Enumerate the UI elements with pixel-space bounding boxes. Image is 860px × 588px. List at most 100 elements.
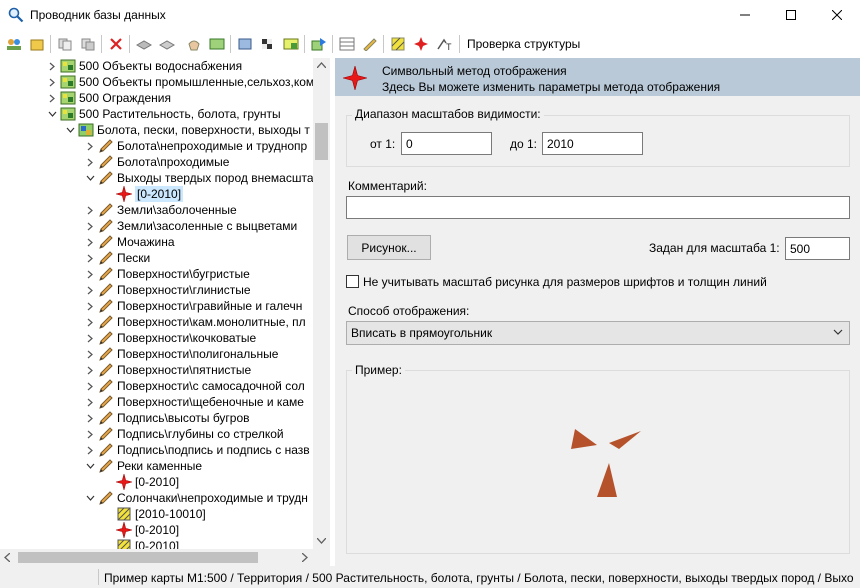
chevron-down-icon [833, 329, 843, 335]
tree-item[interactable]: Болота\непроходимые и труднопр [84, 138, 307, 154]
tree-vertical-scrollbar[interactable] [313, 58, 330, 549]
scale-for-input[interactable] [785, 237, 850, 260]
tree-item[interactable]: Солончаки\непроходимые и трудн [84, 490, 308, 506]
open-db-icon[interactable] [27, 34, 47, 54]
grid-icon[interactable] [281, 34, 301, 54]
maximize-button[interactable] [768, 0, 814, 30]
hand-icon[interactable] [184, 34, 204, 54]
scale-range-label: Диапазон масштабов видимости: [352, 107, 544, 121]
chevron-right-icon[interactable] [84, 138, 96, 154]
tree-item[interactable]: Мочажина [84, 234, 175, 250]
tree-item[interactable]: [0-2010] [102, 474, 179, 490]
chevron-down-icon[interactable] [84, 170, 96, 186]
tree-item[interactable]: Пески [84, 250, 150, 266]
layers-icon[interactable] [134, 34, 154, 54]
chevron-right-icon[interactable] [84, 346, 96, 362]
tree-item[interactable]: 500 Объекты водоснабжения [46, 58, 242, 74]
vertical-scroll-thumb[interactable] [315, 123, 328, 160]
chevron-right-icon[interactable] [84, 314, 96, 330]
chevron-right-icon[interactable] [46, 74, 58, 90]
tree-item[interactable]: Поверхности\пятнистые [84, 362, 251, 378]
chevron-right-icon[interactable] [84, 410, 96, 426]
display-mode-select[interactable]: Вписать в прямоугольник [346, 321, 850, 345]
database-tree[interactable]: 500 Объекты водоснабжения 500 Объекты про… [0, 58, 330, 566]
tree-item[interactable]: [2010-10010] [102, 506, 206, 522]
tree-item[interactable]: Подпись\глубины со стрелкой [84, 426, 284, 442]
chevron-right-icon[interactable] [84, 202, 96, 218]
chevron-right-icon[interactable] [84, 298, 96, 314]
chevron-right-icon[interactable] [84, 394, 96, 410]
tree-item[interactable]: 500 Растительность, болота, грунты [46, 106, 281, 122]
close-button[interactable] [814, 0, 860, 30]
chevron-right-icon[interactable] [84, 442, 96, 458]
ignore-scale-checkbox[interactable] [346, 275, 359, 288]
tree-item[interactable]: Реки каменные [84, 458, 202, 474]
tree-item[interactable]: Выходы твердых пород внемасшта [84, 170, 314, 186]
copy-icon[interactable] [55, 34, 75, 54]
chevron-right-icon[interactable] [84, 250, 96, 266]
chevron-down-icon[interactable] [64, 122, 76, 138]
scroll-up-icon [317, 62, 326, 68]
tree-item[interactable]: Поверхности\кочковатые [84, 330, 256, 346]
chevron-right-icon[interactable] [84, 154, 96, 170]
chevron-down-icon[interactable] [84, 458, 96, 474]
pencil-icon [98, 234, 114, 250]
tree-item[interactable]: [0-2010] [102, 522, 179, 538]
text-tool-icon[interactable]: T [434, 34, 454, 54]
tree-item[interactable]: Земли\засоленные с выцветами [84, 218, 297, 234]
tree-item[interactable]: Болота\проходимые [84, 154, 229, 170]
chevron-down-icon[interactable] [46, 106, 58, 122]
scale-from-input[interactable] [401, 132, 492, 155]
tree-item[interactable]: Поверхности\кам.монолитные, пл [84, 314, 306, 330]
chevron-right-icon[interactable] [46, 90, 58, 106]
delete-icon[interactable] [106, 34, 126, 54]
export-icon[interactable] [309, 34, 329, 54]
display-mode-label: Способ отображения: [348, 304, 470, 318]
tree-item[interactable]: Поверхности\с самосадочной сол [84, 378, 305, 394]
minimize-button[interactable] [722, 0, 768, 30]
tree-item[interactable]: Поверхности\полигональные [84, 346, 278, 362]
tree-item[interactable]: [0-2010] [102, 186, 184, 202]
chevron-right-icon[interactable] [84, 282, 96, 298]
horizontal-scroll-thumb[interactable] [18, 552, 258, 563]
map-layer-icon [60, 90, 76, 106]
pencil-icon [98, 330, 114, 346]
chevron-right-icon[interactable] [84, 330, 96, 346]
symbol-icon[interactable] [411, 34, 431, 54]
ignore-scale-label[interactable]: Не учитывать масштаб рисунка для размеро… [363, 275, 767, 289]
tree-item[interactable]: Поверхности\гравийные и галечн [84, 298, 302, 314]
chevron-right-icon[interactable] [84, 218, 96, 234]
tree-item[interactable]: Земли\заболоченные [84, 202, 237, 218]
book-icon[interactable] [235, 34, 255, 54]
tree-item[interactable]: Подпись\подпись и подпись с назв [84, 442, 310, 458]
tree-item[interactable]: Подпись\высоты бугров [84, 410, 250, 426]
tree-horizontal-scrollbar[interactable] [0, 549, 330, 566]
table-icon[interactable] [337, 34, 357, 54]
chevron-right-icon[interactable] [84, 234, 96, 250]
chevron-right-icon[interactable] [84, 426, 96, 442]
check-structure-button[interactable]: Проверка структуры [467, 37, 580, 51]
users-icon[interactable] [4, 34, 24, 54]
tree-item[interactable]: Болота, пески, поверхности, выходы т [64, 122, 310, 138]
tree-item[interactable]: Поверхности\бугристые [84, 266, 250, 282]
paste-icon[interactable] [78, 34, 98, 54]
chevron-right-icon[interactable] [46, 58, 58, 74]
comment-input[interactable] [346, 196, 850, 219]
scale-to-input[interactable] [542, 132, 643, 155]
pencil-icon [98, 362, 114, 378]
layers-refresh-icon[interactable] [157, 34, 177, 54]
chevron-right-icon[interactable] [84, 362, 96, 378]
tree-item[interactable]: Поверхности\щебеночные и каме [84, 394, 304, 410]
chevron-right-icon[interactable] [84, 266, 96, 282]
tree-item[interactable]: Поверхности\глинистые [84, 282, 251, 298]
picture-button[interactable]: Рисунок... [347, 235, 431, 260]
hatch-icon[interactable] [388, 34, 408, 54]
map-icon[interactable] [207, 34, 227, 54]
chevron-right-icon[interactable] [84, 378, 96, 394]
tree-item[interactable]: 500 Объекты промышленные,сельхоз,ком [46, 74, 314, 90]
pencil-icon [98, 490, 114, 506]
tree-item[interactable]: 500 Ограждения [46, 90, 171, 106]
chevron-down-icon[interactable] [84, 490, 96, 506]
edit-icon[interactable] [360, 34, 380, 54]
checker-icon[interactable] [258, 34, 278, 54]
